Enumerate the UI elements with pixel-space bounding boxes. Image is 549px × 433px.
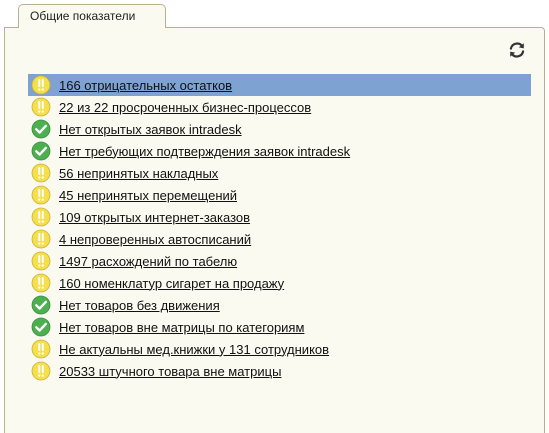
indicators-window: Общие показатели 166 отрицательных остат… xyxy=(0,0,549,433)
check-icon xyxy=(31,317,51,337)
refresh-icon[interactable] xyxy=(507,40,527,60)
indicator-link[interactable]: Нет товаров без движения xyxy=(59,298,220,313)
check-icon xyxy=(31,295,51,315)
warning-icon xyxy=(31,163,51,183)
indicator-row[interactable]: 109 открытых интернет-заказов xyxy=(28,206,531,228)
check-icon xyxy=(31,119,51,139)
tab-general-indicators[interactable]: Общие показатели xyxy=(18,4,166,28)
indicator-row[interactable]: 4 непроверенных автосписаний xyxy=(28,228,531,250)
warning-icon xyxy=(31,185,51,205)
indicator-link[interactable]: 160 номенклатур сигарет на продажу xyxy=(59,276,284,291)
indicator-row[interactable]: Нет требующих подтверждения заявок intra… xyxy=(28,140,531,162)
warning-icon xyxy=(31,229,51,249)
indicator-link[interactable]: Нет требующих подтверждения заявок intra… xyxy=(59,144,350,159)
indicator-link[interactable]: 20533 штучного товара вне матрицы xyxy=(59,364,281,379)
indicator-row[interactable]: 45 непринятых перемещений xyxy=(28,184,531,206)
indicator-row[interactable]: 56 непринятых накладных xyxy=(28,162,531,184)
indicator-link[interactable]: 1497 расхождений по табелю xyxy=(59,254,237,269)
indicator-link[interactable]: 4 непроверенных автосписаний xyxy=(59,232,251,247)
indicator-row[interactable]: Нет товаров вне матрицы по категориям xyxy=(28,316,531,338)
warning-icon xyxy=(31,251,51,271)
indicator-link[interactable]: 166 отрицательных остатков xyxy=(59,78,232,93)
indicator-row[interactable]: 22 из 22 просроченных бизнес-процессов xyxy=(28,96,531,118)
warning-icon xyxy=(31,97,51,117)
indicator-row[interactable]: 1497 расхождений по табелю xyxy=(28,250,531,272)
indicator-link[interactable]: Нет открытых заявок intradesk xyxy=(59,122,242,137)
warning-icon xyxy=(31,339,51,359)
indicator-row[interactable]: Не актуальны мед.книжки у 131 сотруднико… xyxy=(28,338,531,360)
indicator-row[interactable]: 166 отрицательных остатков xyxy=(28,74,531,96)
indicator-row[interactable]: 160 номенклатур сигарет на продажу xyxy=(28,272,531,294)
indicator-list: 166 отрицательных остатков 22 из 22 проср… xyxy=(28,74,531,382)
warning-icon xyxy=(31,273,51,293)
warning-icon xyxy=(31,361,51,381)
indicator-row[interactable]: Нет товаров без движения xyxy=(28,294,531,316)
indicator-link[interactable]: Нет товаров вне матрицы по категориям xyxy=(59,320,304,335)
check-icon xyxy=(31,141,51,161)
indicator-row[interactable]: 20533 штучного товара вне матрицы xyxy=(28,360,531,382)
indicator-row[interactable]: Нет открытых заявок intradesk xyxy=(28,118,531,140)
indicator-link[interactable]: 45 непринятых перемещений xyxy=(59,188,237,203)
indicator-link[interactable]: 22 из 22 просроченных бизнес-процессов xyxy=(59,100,311,115)
indicator-link[interactable]: Не актуальны мед.книжки у 131 сотруднико… xyxy=(59,342,329,357)
warning-icon xyxy=(31,207,51,227)
warning-icon xyxy=(31,75,51,95)
indicator-link[interactable]: 56 непринятых накладных xyxy=(59,166,218,181)
indicator-link[interactable]: 109 открытых интернет-заказов xyxy=(59,210,250,225)
